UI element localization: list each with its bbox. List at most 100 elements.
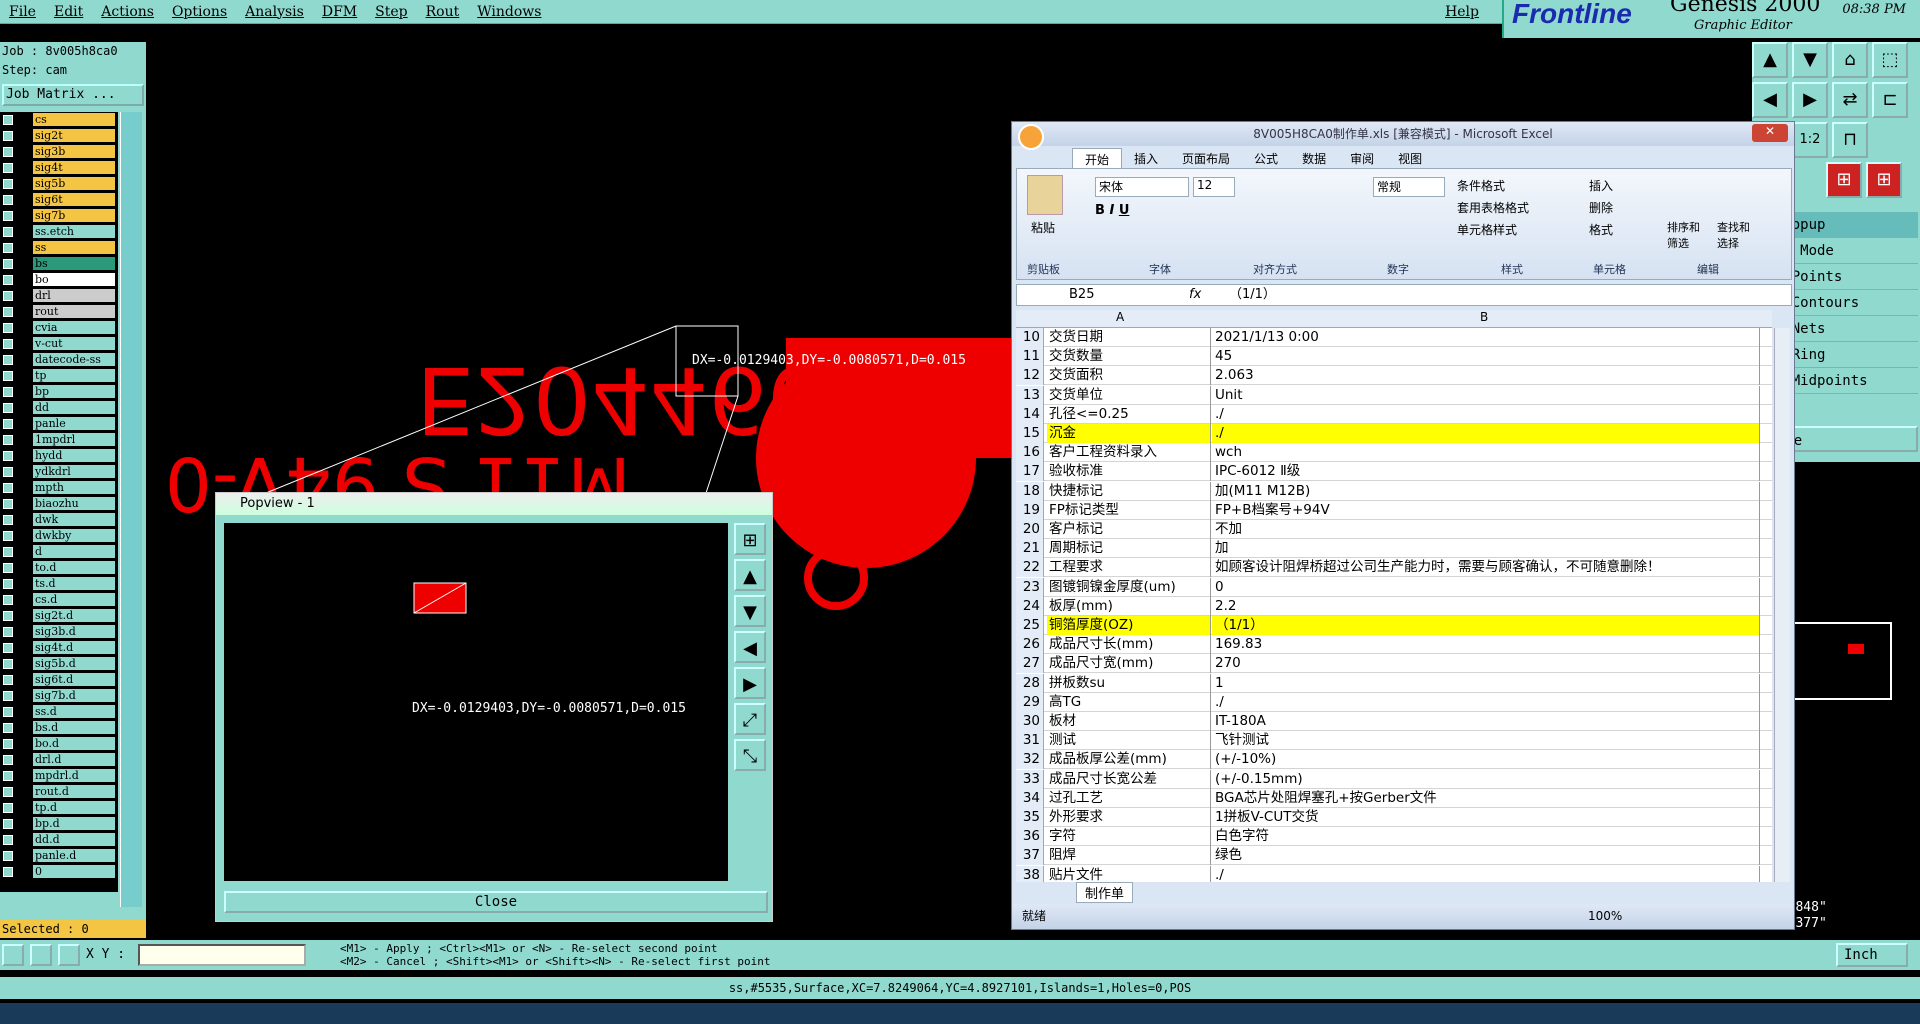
cell-a[interactable]: FP标记类型	[1047, 500, 1211, 520]
layer-checkbox[interactable]	[3, 435, 13, 445]
cell-a[interactable]: 板材	[1047, 712, 1211, 731]
layer-checkbox[interactable]	[3, 611, 13, 621]
insert-button[interactable]: 插入	[1589, 175, 1613, 197]
layer-indicator[interactable]	[17, 289, 31, 302]
tool-scale-icon[interactable]: 1:2	[1792, 122, 1828, 158]
layer-name[interactable]: ss	[33, 241, 115, 254]
layer-indicator[interactable]	[17, 161, 31, 174]
cell-style-button[interactable]: 单元格样式	[1457, 219, 1529, 241]
layer-row[interactable]: drl	[0, 288, 118, 303]
cell-b[interactable]: 2.2	[1212, 596, 1760, 616]
layer-name[interactable]: drl	[33, 289, 115, 302]
name-box[interactable]: B25	[1069, 285, 1094, 305]
paste-icon[interactable]	[1027, 175, 1063, 215]
layer-row[interactable]: bs	[0, 256, 118, 271]
row-number[interactable]: 10	[1016, 328, 1044, 347]
layer-name[interactable]: tp.d	[33, 801, 115, 814]
layer-indicator[interactable]	[17, 609, 31, 622]
layer-indicator[interactable]	[17, 113, 31, 126]
layer-checkbox[interactable]	[3, 115, 13, 125]
layer-indicator[interactable]	[17, 225, 31, 238]
layer-name[interactable]: to.d	[33, 561, 115, 574]
layer-name[interactable]: 1mpdrl	[33, 433, 115, 446]
layer-row[interactable]: hydd	[0, 448, 118, 463]
tool-measure-icon[interactable]: ⊓	[1832, 122, 1868, 158]
cell-a[interactable]: 成品尺寸长(mm)	[1047, 635, 1211, 655]
tool-up-icon[interactable]: ▲	[1752, 42, 1788, 78]
layer-row[interactable]: ts.d	[0, 576, 118, 591]
cell-b[interactable]: 1	[1212, 673, 1760, 693]
layer-name[interactable]: datecode-ss	[33, 353, 115, 366]
tool-left-icon[interactable]: ◀	[1752, 82, 1788, 118]
cell-b[interactable]: 0	[1212, 577, 1760, 597]
menu-step[interactable]: Step	[366, 4, 416, 20]
table-format-button[interactable]: 套用表格格式	[1457, 197, 1529, 219]
cell-a[interactable]: 交货日期	[1047, 328, 1211, 347]
row-number[interactable]: 20	[1016, 520, 1044, 539]
cell-b[interactable]: 2021/1/13 0:00	[1212, 328, 1760, 347]
layer-checkbox[interactable]	[3, 851, 13, 861]
layer-indicator[interactable]	[17, 497, 31, 510]
layer-name[interactable]: sig2t	[33, 129, 115, 142]
row-number[interactable]: 32	[1016, 750, 1044, 770]
cell-a[interactable]: 交货单位	[1047, 385, 1211, 405]
layer-name[interactable]: sig5b	[33, 177, 115, 190]
cell-b[interactable]: BGA芯片处阻焊塞孔+按Gerber文件	[1212, 788, 1760, 808]
sort-filter-button[interactable]: 排序和筛选	[1667, 219, 1707, 251]
layer-row[interactable]: datecode-ss	[0, 352, 118, 367]
cell-b[interactable]: 45	[1212, 347, 1760, 367]
cell-b[interactable]: 飞针测试	[1212, 731, 1760, 751]
layer-checkbox[interactable]	[3, 163, 13, 173]
layer-checkbox[interactable]	[3, 563, 13, 573]
tool-red1-icon[interactable]: ⊞	[1826, 162, 1862, 198]
layer-name[interactable]: sig7b	[33, 209, 115, 222]
number-format-select[interactable]: 常规	[1373, 177, 1445, 197]
layer-row[interactable]: sig5b.d	[0, 656, 118, 671]
layer-row[interactable]: sig7b.d	[0, 688, 118, 703]
cell-b[interactable]: ./	[1212, 404, 1760, 424]
layer-row[interactable]: ss.etch	[0, 224, 118, 239]
menu-dfm[interactable]: DFM	[313, 4, 366, 20]
layer-row[interactable]: bp.d	[0, 816, 118, 831]
layer-row[interactable]: sig3b	[0, 144, 118, 159]
cell-b[interactable]: IT-180A	[1212, 712, 1760, 731]
cell-b[interactable]: (+/-10%)	[1212, 750, 1760, 770]
layer-name[interactable]: bs	[33, 257, 115, 270]
delete-button[interactable]: 删除	[1589, 197, 1613, 219]
layer-checkbox[interactable]	[3, 355, 13, 365]
job-matrix-button[interactable]: Job Matrix ...	[2, 84, 144, 106]
layer-row[interactable]: ydkdrl	[0, 464, 118, 479]
layer-indicator[interactable]	[17, 273, 31, 286]
layer-indicator[interactable]	[17, 625, 31, 638]
layer-indicator[interactable]	[17, 705, 31, 718]
row-number[interactable]: 16	[1016, 443, 1044, 463]
menu-options[interactable]: Options	[163, 4, 236, 20]
layer-checkbox[interactable]	[3, 547, 13, 557]
layer-checkbox[interactable]	[3, 243, 13, 253]
layer-row[interactable]: 0	[0, 864, 118, 879]
ribbon-tab[interactable]: 审阅	[1338, 148, 1386, 168]
layer-indicator[interactable]	[17, 481, 31, 494]
row-number[interactable]: 36	[1016, 827, 1044, 847]
layer-row[interactable]: rout.d	[0, 784, 118, 799]
popview-close-button[interactable]: Close	[224, 891, 768, 913]
layer-indicator[interactable]	[17, 305, 31, 318]
cmd-tool-2-icon[interactable]	[30, 944, 52, 966]
layer-indicator[interactable]	[17, 433, 31, 446]
cell-a[interactable]: 客户工程资料录入	[1047, 443, 1211, 463]
row-number[interactable]: 23	[1016, 577, 1044, 597]
cell-a[interactable]: 沉金	[1047, 424, 1211, 443]
layer-name[interactable]: rout	[33, 305, 115, 318]
cell-b[interactable]: 169.83	[1212, 635, 1760, 655]
cell-b[interactable]: wch	[1212, 443, 1760, 463]
layer-name[interactable]: sig3b	[33, 145, 115, 158]
layer-row[interactable]: tp	[0, 368, 118, 383]
layer-name[interactable]: dwkby	[33, 529, 115, 542]
layer-indicator[interactable]	[17, 529, 31, 542]
layer-name[interactable]: drl.d	[33, 753, 115, 766]
row-number[interactable]: 22	[1016, 558, 1044, 578]
popview-canvas[interactable]: DX=-0.0129403,DY=-0.0080571,D=0.015	[224, 523, 728, 881]
layer-checkbox[interactable]	[3, 499, 13, 509]
row-number[interactable]: 33	[1016, 769, 1044, 789]
layer-indicator[interactable]	[17, 673, 31, 686]
